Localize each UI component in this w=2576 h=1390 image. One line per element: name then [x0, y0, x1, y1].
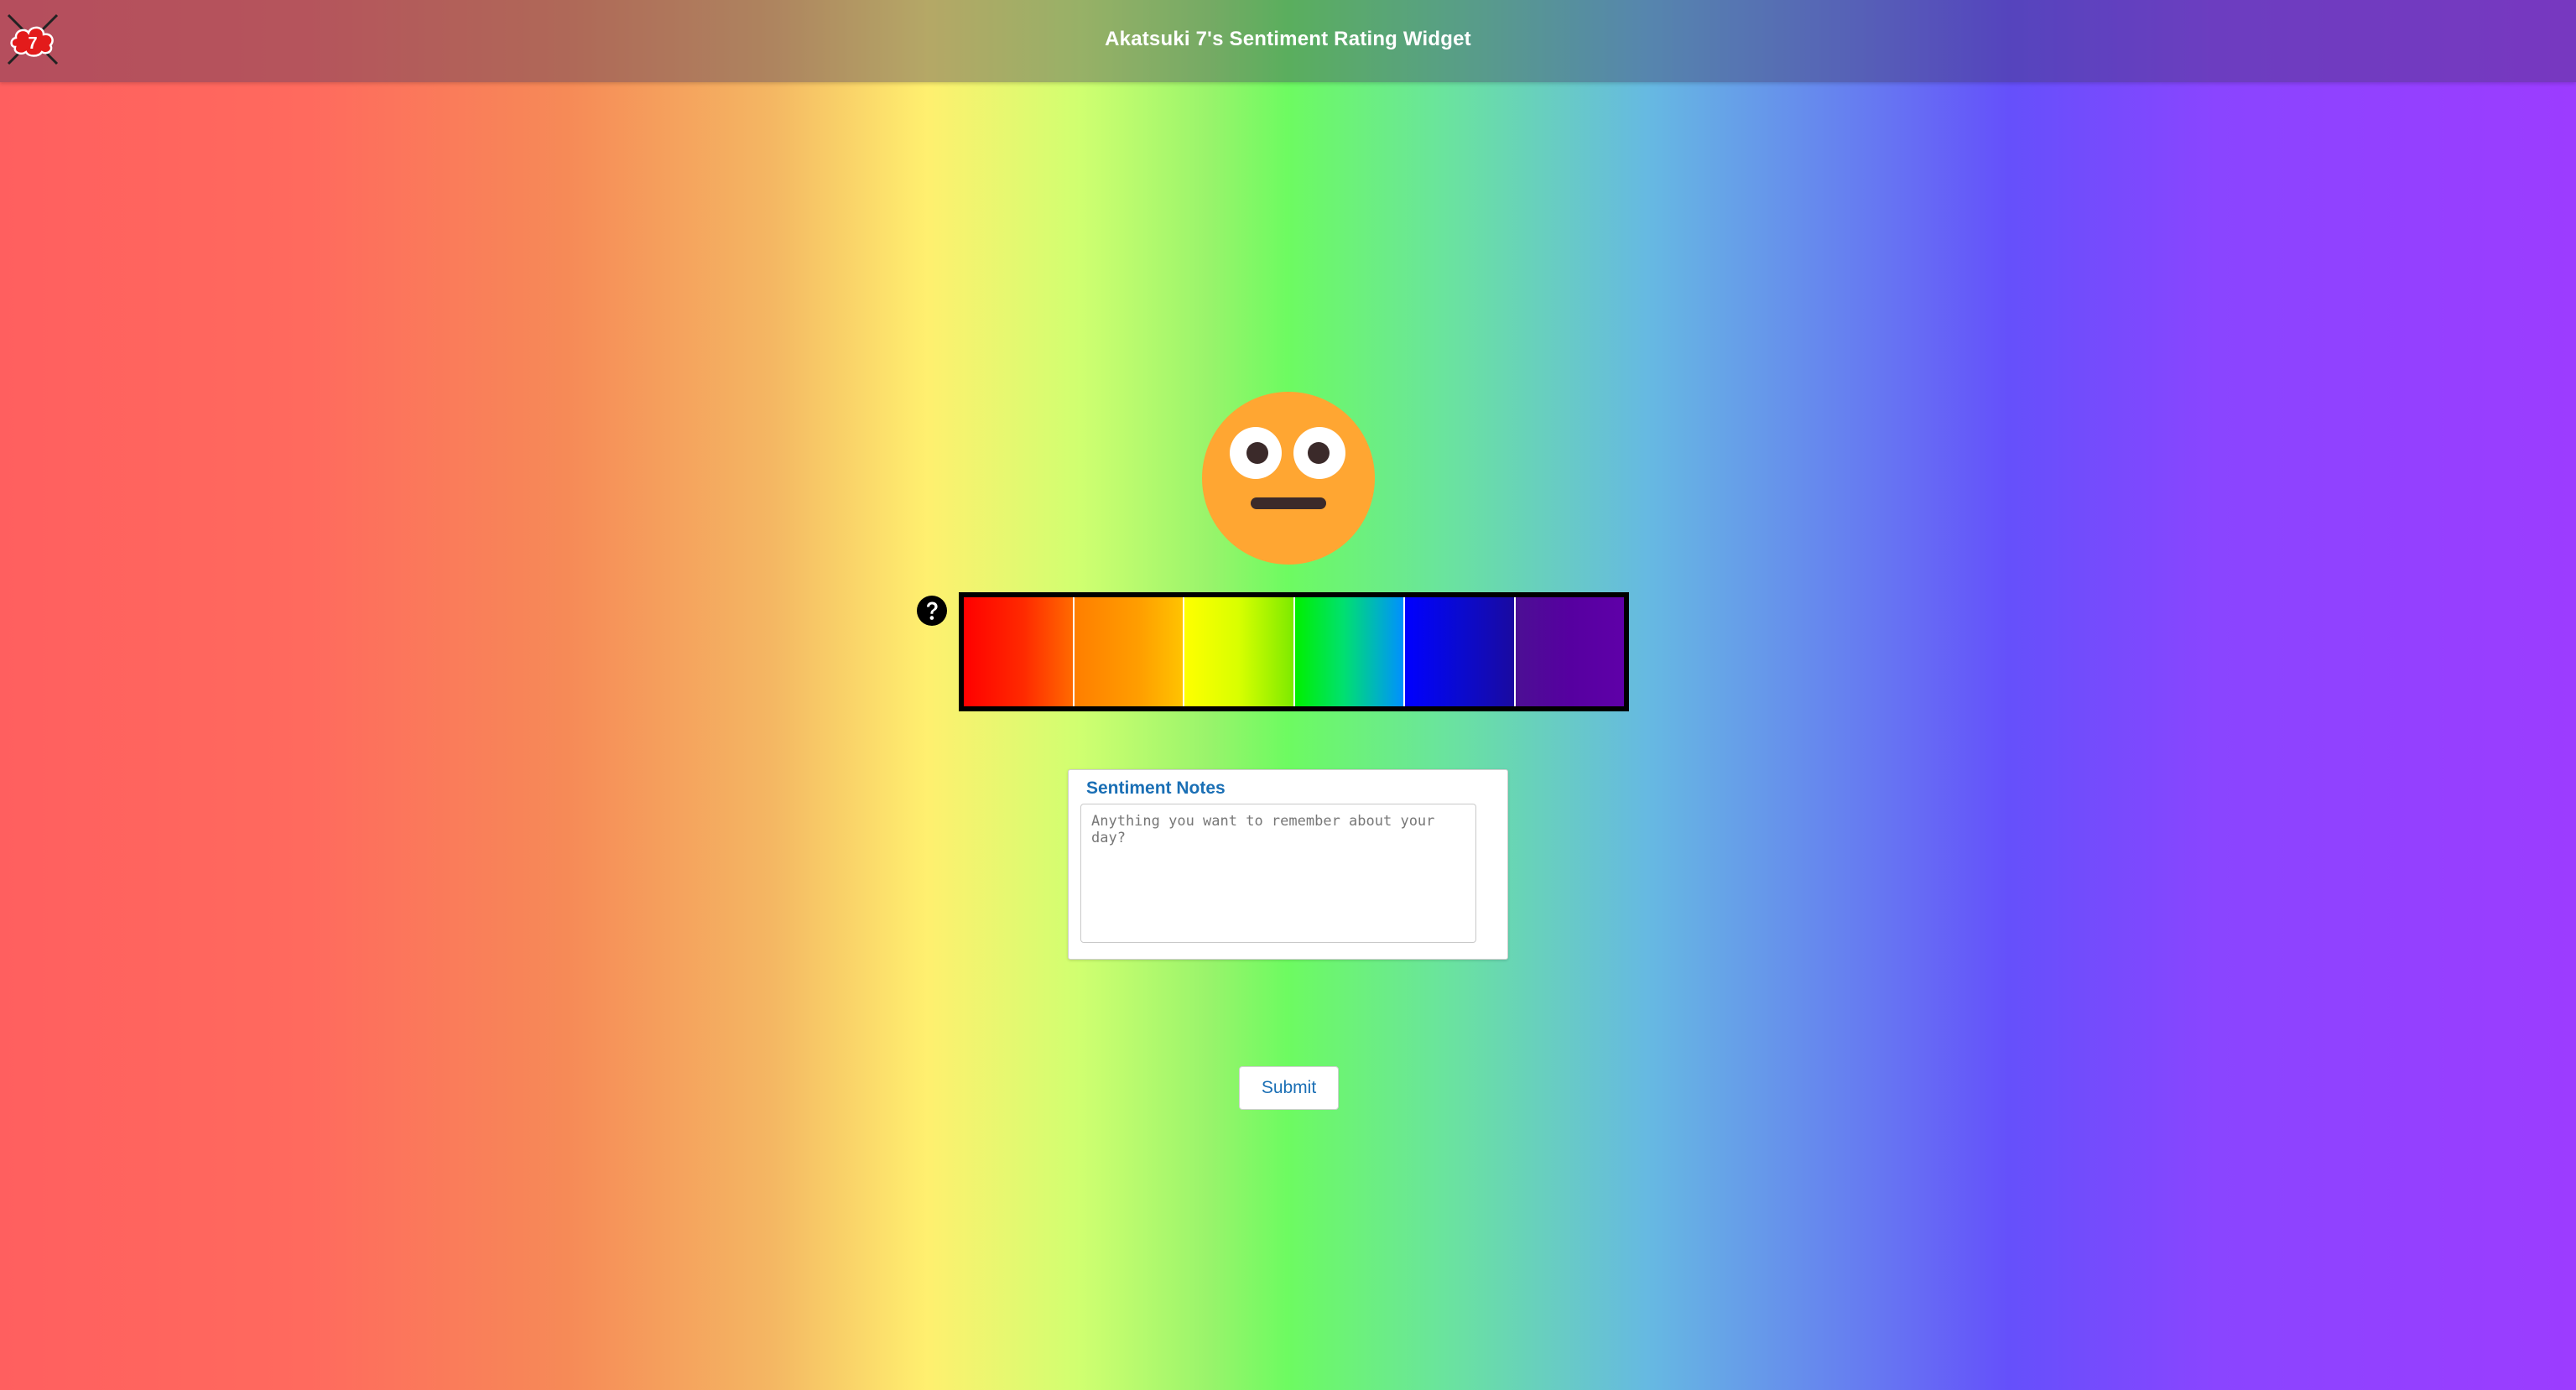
rating-option-3[interactable]: [1183, 597, 1293, 706]
rating-option-4[interactable]: [1293, 597, 1403, 706]
rating-option-6[interactable]: [1513, 597, 1624, 706]
question-circle-icon[interactable]: [916, 595, 948, 627]
sentiment-notes-label: Sentiment Notes: [1086, 778, 1226, 798]
sentiment-rating-scale: [959, 592, 1629, 711]
sentiment-notes-card: Sentiment Notes: [1068, 769, 1508, 960]
flushed-face-emoji-icon: [1202, 392, 1375, 565]
rating-option-2[interactable]: [1072, 597, 1183, 706]
sentiment-notes-textarea[interactable]: [1080, 804, 1476, 943]
page-title: Akatsuki 7's Sentiment Rating Widget: [1105, 28, 1471, 50]
rating-option-5[interactable]: [1403, 597, 1514, 706]
submit-button[interactable]: Submit: [1239, 1066, 1339, 1110]
header-bar: 7 Akatsuki 7's Sentiment Rating Widget: [0, 0, 2576, 82]
rating-option-1[interactable]: [964, 597, 1073, 706]
